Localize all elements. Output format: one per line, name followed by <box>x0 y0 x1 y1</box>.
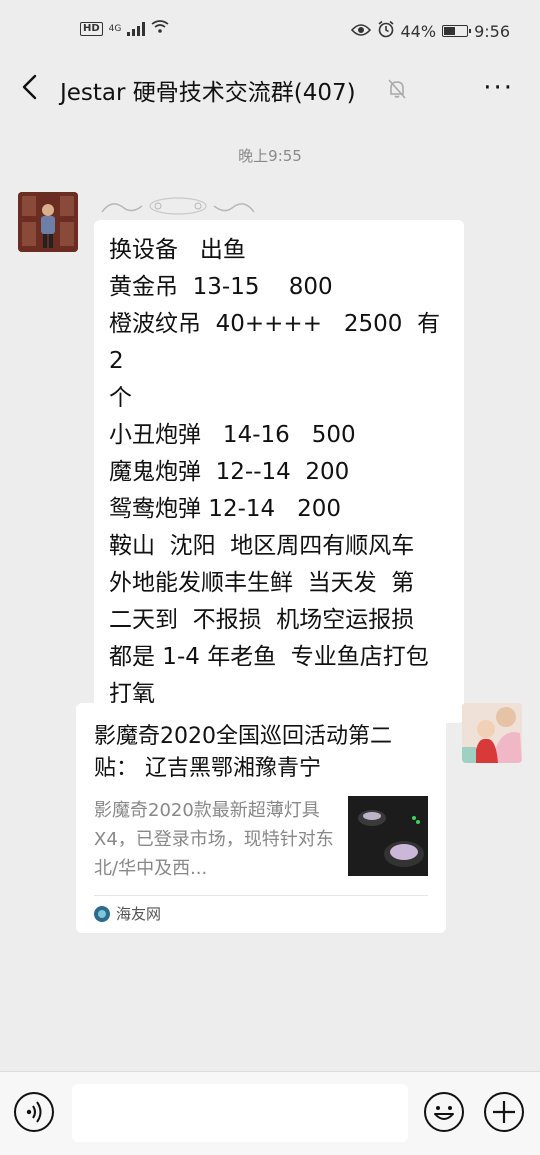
emoji-icon <box>434 1106 454 1120</box>
signal-icon <box>127 21 146 36</box>
status-bar: HD 4G 44% 9:56 <box>0 0 540 62</box>
back-button[interactable] <box>16 72 46 102</box>
network-type: 4G <box>108 23 122 34</box>
message-timestamp: 晚上9:55 <box>238 147 302 165</box>
hd-badge: HD <box>80 21 103 36</box>
battery-percent: 44% <box>400 21 437 41</box>
chevron-left-icon <box>22 74 37 100</box>
message-bubble[interactable]: 换设备 出鱼 黄金吊 13-15 800 橙波纹吊 40++++ 2500 有 … <box>94 220 464 723</box>
link-card-thumbnail <box>348 796 428 876</box>
link-card[interactable]: 影魔奇2020全国巡回活动第二贴： 辽吉黑鄂湘豫青宁 影魔奇2020款最新超薄灯… <box>76 703 446 933</box>
link-card-source: 海友网 <box>94 903 161 924</box>
wifi-icon <box>151 20 169 37</box>
emoji-button[interactable] <box>424 1092 464 1132</box>
source-logo-icon <box>94 905 110 922</box>
status-right: 44% 9:56 <box>350 20 510 42</box>
my-avatar[interactable] <box>462 703 522 763</box>
battery-icon <box>442 25 472 37</box>
member-nameplate <box>98 192 258 220</box>
voice-button[interactable] <box>14 1092 54 1132</box>
message-text: 换设备 出鱼 黄金吊 13-15 800 橙波纹吊 40++++ 2500 有 … <box>109 237 441 707</box>
message-input[interactable] <box>72 1084 408 1142</box>
sender-avatar[interactable] <box>18 192 78 252</box>
link-card-description: 影魔奇2020款最新超薄灯具X4，已登录市场，现特针对东北/华中及西... <box>94 800 334 879</box>
voice-icon <box>26 1101 42 1123</box>
chat-title: Jestar 硬骨技术交流群(407) <box>60 80 356 106</box>
link-card-divider <box>94 895 428 896</box>
plus-icon <box>493 1101 515 1123</box>
status-left: HD 4G <box>80 20 169 37</box>
link-card-source-name: 海友网 <box>116 905 162 923</box>
more-actions-button[interactable] <box>484 1092 524 1132</box>
alarm-icon <box>377 20 395 42</box>
eye-icon <box>350 22 371 41</box>
bell-off-icon <box>385 77 409 101</box>
chat-header: Jestar 硬骨技术交流群(407) ··· <box>0 62 540 116</box>
more-button[interactable]: ··· <box>483 75 514 101</box>
clock: 9:56 <box>474 21 510 41</box>
link-card-title: 影魔奇2020全国巡回活动第二贴： 辽吉黑鄂湘豫青宁 <box>94 724 392 781</box>
input-bar <box>0 1071 540 1155</box>
